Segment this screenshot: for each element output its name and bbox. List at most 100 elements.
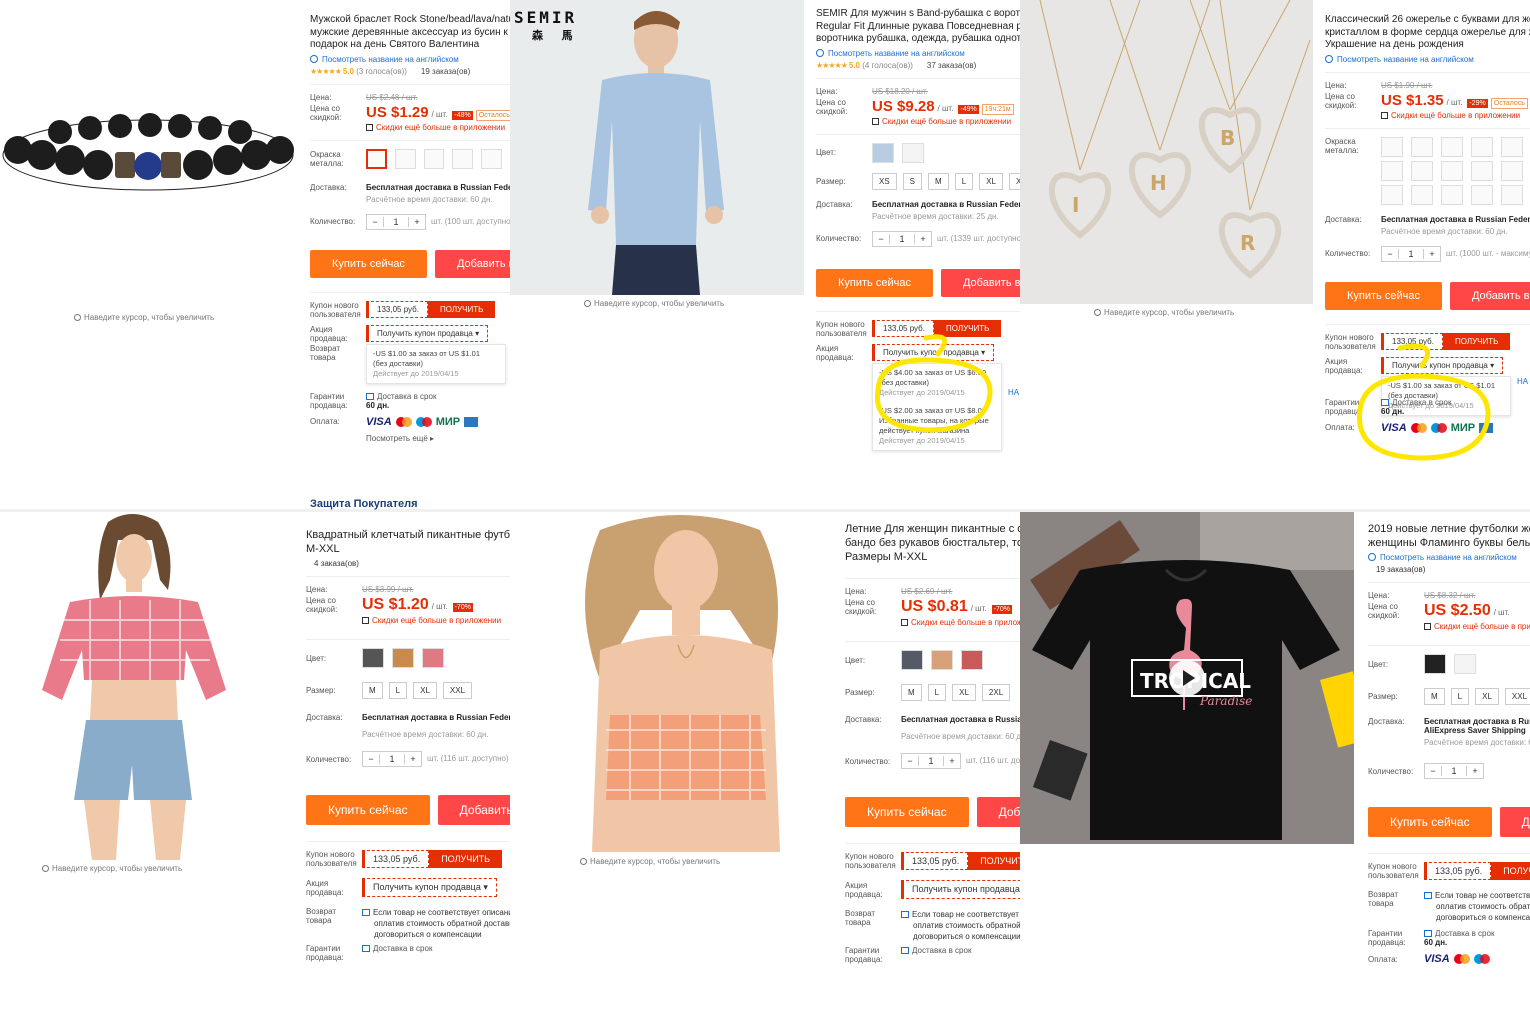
shipping-method[interactable]: Бесплатная доставка в Russian Federation [901,715,1020,724]
minus-button[interactable]: − [363,754,379,764]
add-to-cart-button[interactable]: Добавить в корзину [940,268,1020,297]
add-to-cart-button[interactable]: Добавить в корзину [1449,281,1530,310]
shipping-method-saver[interactable]: AliExpress Saver Shipping [1424,726,1530,735]
variant-swatch[interactable] [1381,184,1403,205]
plus-button[interactable]: + [1467,766,1483,776]
variant-swatch[interactable] [1441,136,1463,157]
app-discount-link[interactable]: Скидки ещё больше в приложении [1424,622,1530,631]
variant-swatch[interactable] [394,148,416,169]
size-option[interactable]: XXL [1008,172,1020,190]
translate-link[interactable]: Посмотреть название на английском [816,48,1020,58]
seller-coupon-dropdown[interactable]: Получить купон продавца ▾ [901,880,1020,899]
plus-button[interactable]: + [944,756,960,766]
quantity-value[interactable]: 1 [918,756,944,766]
quantity-value[interactable]: 1 [379,754,405,764]
size-option[interactable]: L [954,172,974,190]
app-discount-link[interactable]: Скидки ещё больше в приложении [362,616,501,625]
size-option[interactable]: M [1424,688,1445,705]
plus-button[interactable]: + [409,217,425,227]
product-image[interactable] [0,0,298,300]
variant-swatch[interactable] [1471,184,1493,205]
quantity-stepper[interactable]: −1 + [901,753,961,769]
color-swatch-white[interactable] [1454,654,1476,674]
color-swatch[interactable] [392,648,414,668]
play-video-button[interactable] [1169,660,1205,696]
quantity-stepper[interactable]: −1 + [362,751,422,767]
product-image[interactable]: I H B R [1020,0,1313,304]
variant-swatch[interactable] [481,148,503,169]
get-coupon-button[interactable]: ПОЛУЧИТЬ [968,852,1020,870]
size-option[interactable]: XL [413,682,437,699]
app-discount-link[interactable]: Скидки ещё больше в приложении [366,123,510,132]
product-image[interactable]: TROPICAL Paradise [1020,510,1354,844]
shipping-method[interactable]: Бесплатная доставка в Russian Federation [1424,717,1530,726]
size-option[interactable]: XL [952,684,976,701]
size-option[interactable]: XXL [442,682,473,699]
shipping-method[interactable]: Бесплатная доставка в Russian Federation [362,713,510,722]
minus-button[interactable]: − [902,756,918,766]
shipping-method[interactable]: Бесплатная доставка в Russian Federation [366,183,510,192]
product-image[interactable] [560,510,830,852]
size-option[interactable]: M [901,684,922,701]
na-link[interactable]: НА [1517,377,1528,386]
product-image[interactable]: SEMIR 森 馬 [510,0,804,295]
quantity-stepper[interactable]: −1 + [1424,763,1484,779]
app-discount-link[interactable]: Скидки ещё больше в приложении [901,618,1020,627]
add-to-cart-button[interactable]: Добавить в корзину [434,249,510,278]
color-swatch-blue[interactable] [872,142,894,163]
variant-swatch[interactable] [452,148,474,169]
buy-now-button[interactable]: Купить сейчас [1368,807,1492,837]
size-option[interactable]: XXL [1504,688,1530,705]
variant-swatch[interactable] [1471,160,1493,181]
variant-swatch[interactable] [1381,160,1403,181]
color-swatch-black[interactable] [1424,654,1446,674]
variant-swatch[interactable] [1411,160,1433,181]
size-option[interactable]: L [388,682,408,699]
size-option[interactable]: XS [872,172,897,190]
size-option[interactable]: S [902,172,923,190]
get-coupon-button[interactable]: ПОЛУЧИТЬ [427,301,496,318]
size-option[interactable]: L [1450,688,1470,705]
quantity-value[interactable]: 1 [889,233,915,244]
seller-coupon-dropdown[interactable]: Получить купон продавца ▾ [362,878,497,897]
size-option[interactable]: M [928,172,949,190]
translate-link[interactable]: Посмотреть название на английском [310,54,510,64]
color-swatch[interactable] [961,650,983,670]
size-option[interactable]: 2XL [981,684,1011,701]
buy-now-button[interactable]: Купить сейчас [816,268,933,297]
variant-swatch[interactable] [1441,184,1463,205]
color-swatch[interactable] [362,648,384,668]
plus-button[interactable]: + [915,234,931,244]
shipping-method[interactable]: Бесплатная доставка в Russian Federation [1381,215,1530,224]
color-swatch-white[interactable] [902,142,924,163]
buy-now-button[interactable]: Купить сейчас [310,249,427,278]
na-link[interactable]: НА [1008,388,1019,397]
translate-link[interactable]: Посмотреть название на английском [1325,54,1530,64]
get-coupon-button[interactable]: ПОЛУЧИТЬ [429,850,503,868]
get-coupon-button[interactable]: ПОЛУЧИТЬ [1491,862,1530,880]
variant-swatch[interactable] [1411,184,1433,205]
quantity-value[interactable]: 1 [1398,248,1424,259]
variant-swatch[interactable] [1471,136,1493,157]
translate-link[interactable]: Посмотреть название на английском [1368,553,1530,562]
variant-swatch[interactable] [1381,136,1403,157]
buy-now-button[interactable]: Купить сейчас [845,797,969,827]
see-more-link[interactable]: Посмотреть ещё ▸ [366,434,510,443]
variant-swatch[interactable] [1501,160,1523,181]
size-option[interactable]: M [362,682,383,699]
minus-button[interactable]: − [873,234,889,244]
minus-button[interactable]: − [1425,766,1441,776]
size-option[interactable]: L [927,684,947,701]
app-discount-link[interactable]: Скидки ещё больше в приложении [1381,111,1528,120]
size-option[interactable]: XL [979,172,1003,190]
variant-swatch[interactable] [1441,160,1463,181]
quantity-value[interactable]: 1 [383,216,409,227]
variant-swatch[interactable] [1501,184,1523,205]
app-discount-link[interactable]: Скидки ещё больше в приложении [872,117,1014,126]
size-option[interactable]: XL [1475,688,1499,705]
add-to-cart-button[interactable]: Добавить в корзину [976,797,1020,827]
seller-coupon-dropdown[interactable]: Получить купон продавца ▾ [366,324,489,342]
color-swatch[interactable] [422,648,444,668]
variant-swatch[interactable] [1411,136,1433,157]
variant-swatch[interactable] [366,148,387,169]
